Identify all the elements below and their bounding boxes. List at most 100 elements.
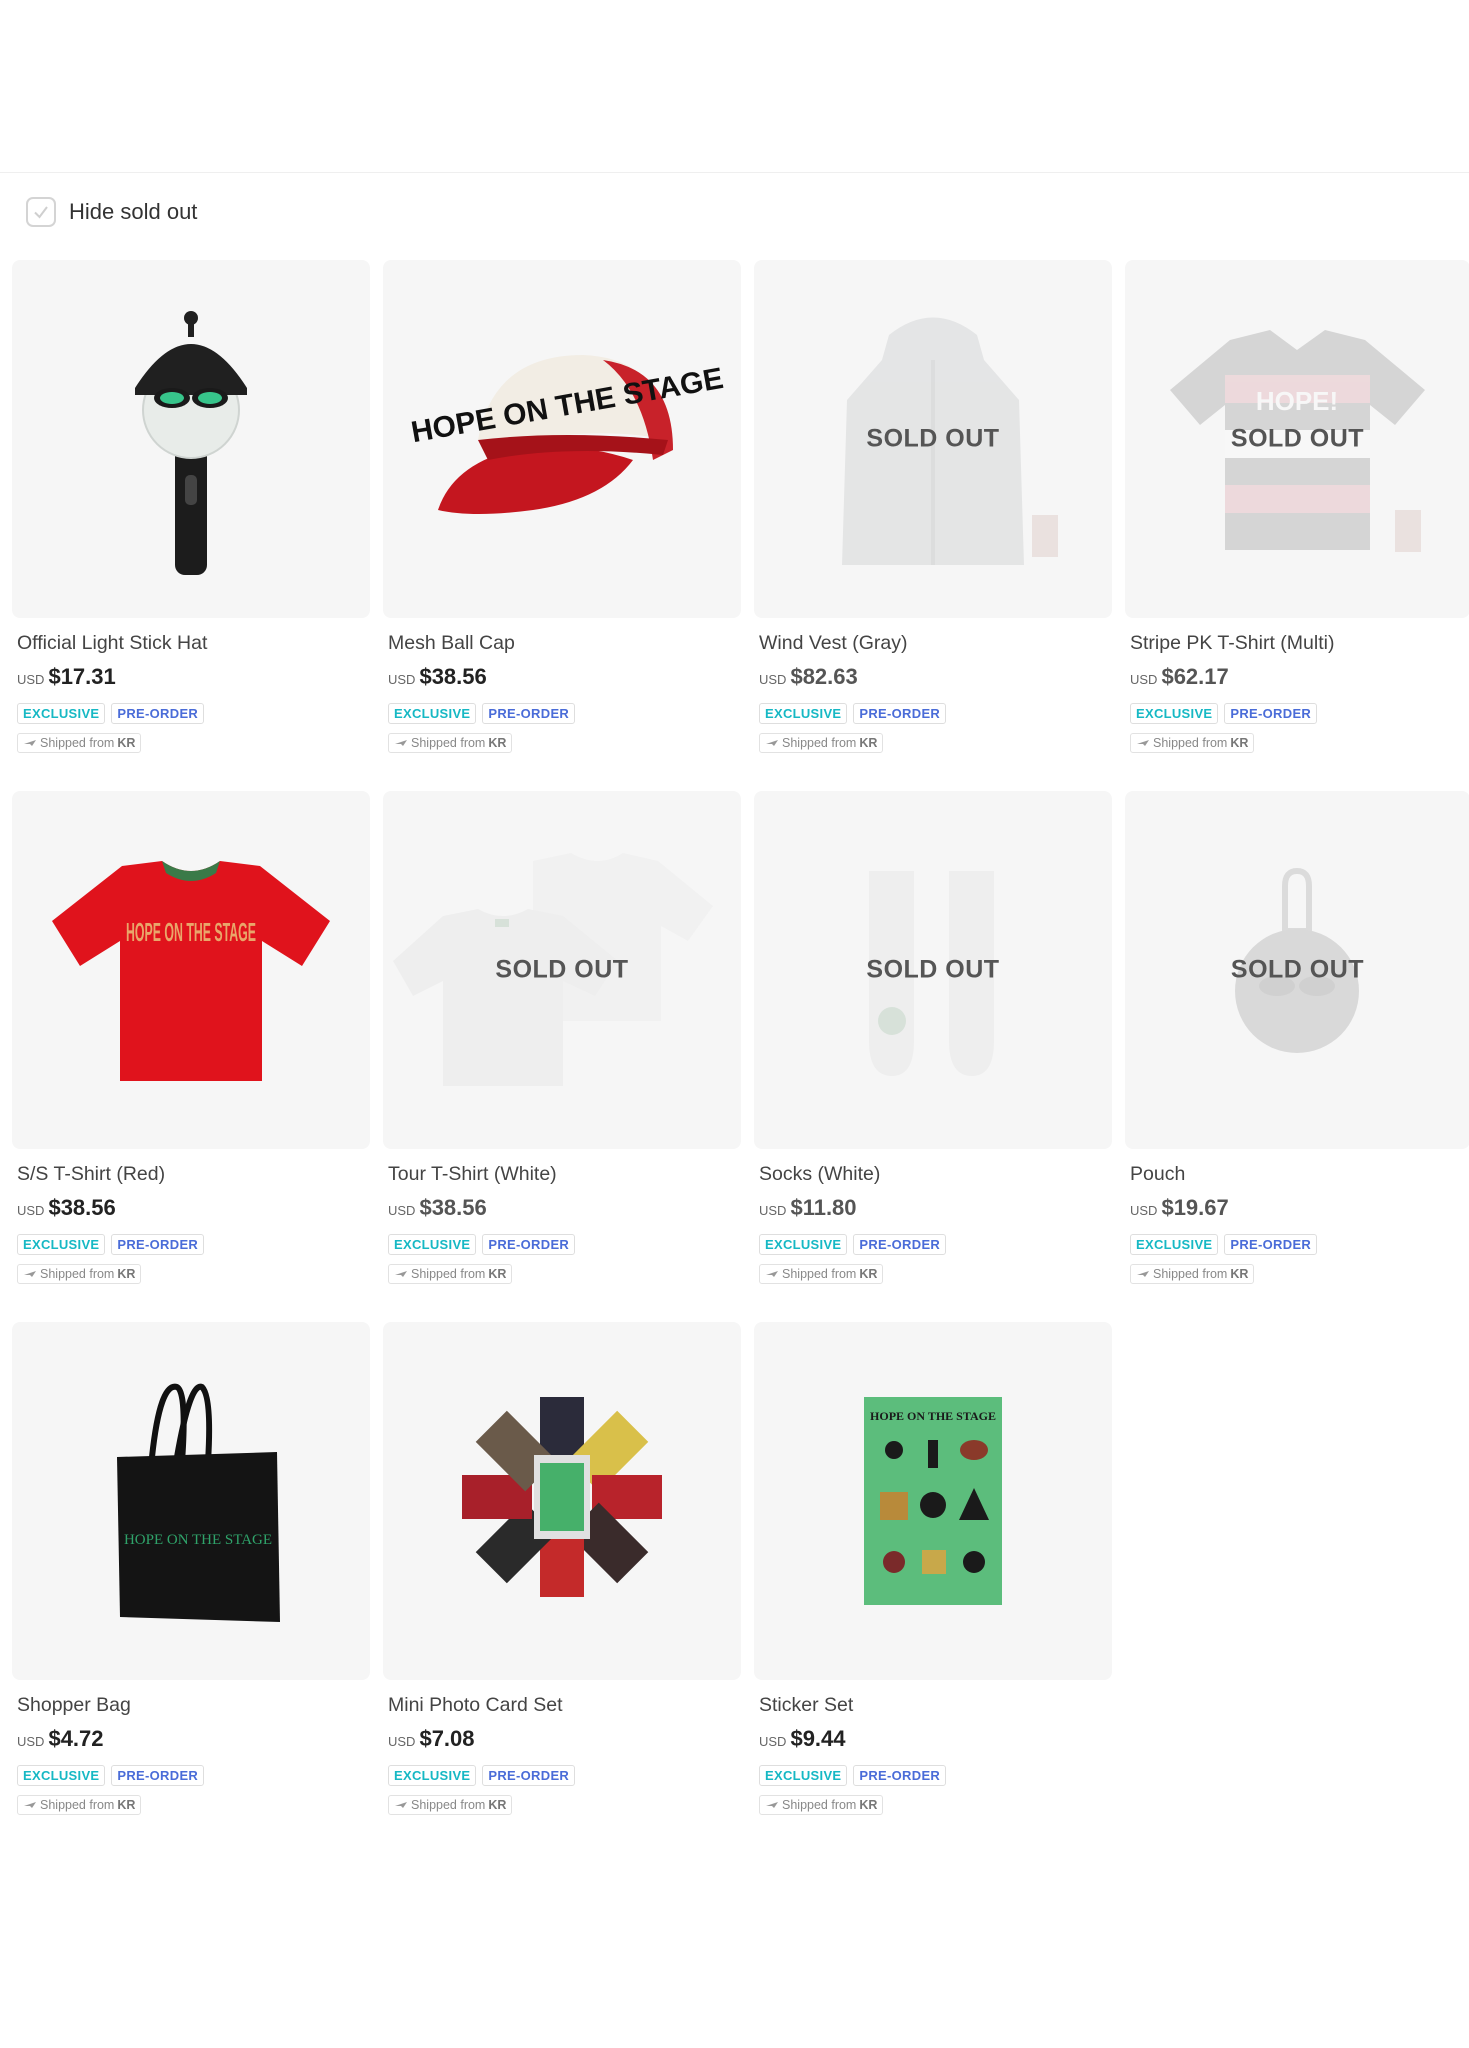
product-name[interactable]: Wind Vest (Gray)	[759, 632, 1112, 655]
exclusive-badge: EXCLUSIVE	[1130, 1234, 1219, 1255]
product-image[interactable]	[383, 1322, 741, 1680]
product-tags: EXCLUSIVE PRE-ORDER	[759, 703, 1112, 724]
product-price: $62.17	[1161, 664, 1229, 689]
price-row: USD $38.56	[388, 664, 741, 690]
currency-label: USD	[1130, 672, 1158, 687]
product-price: $38.56	[48, 1195, 116, 1220]
price-row: USD $38.56	[388, 1195, 741, 1221]
exclusive-badge: EXCLUSIVE	[17, 703, 106, 724]
exclusive-badge: EXCLUSIVE	[759, 1234, 848, 1255]
product-price: $9.44	[790, 1726, 846, 1751]
price-row: USD $62.17	[1130, 664, 1469, 690]
product-card[interactable]: SOLD OUT Pouch USD $19.67 EXCLUSIVE PRE-…	[1125, 791, 1469, 1284]
currency-label: USD	[1130, 1203, 1158, 1218]
hide-sold-out-checkbox[interactable]	[26, 197, 56, 227]
exclusive-badge: EXCLUSIVE	[759, 703, 848, 724]
product-image[interactable]: SOLD OUT	[383, 791, 741, 1149]
product-price: $17.31	[48, 664, 116, 689]
product-card[interactable]: HOPE! SOLD OUT Stripe PK T-Shirt (Multi)…	[1125, 260, 1469, 753]
hide-sold-out-label: Hide sold out	[69, 199, 198, 224]
polo-print-text: HOPE!	[1256, 386, 1338, 416]
product-image[interactable]: HOPE ON THE STAGE	[754, 1322, 1112, 1680]
price-row: USD $82.63	[759, 664, 1112, 690]
product-image[interactable]: HOPE ON THE STAGE	[383, 260, 741, 618]
product-tags: EXCLUSIVE PRE-ORDER	[759, 1765, 1112, 1786]
product-image[interactable]: HOPE! SOLD OUT	[1125, 260, 1469, 618]
shipping-text: Shipped from	[782, 736, 857, 750]
product-name[interactable]: Official Light Stick Hat	[17, 632, 370, 655]
shipping-badge: Shipped from KR	[388, 1264, 513, 1284]
airplane-icon	[24, 1271, 36, 1277]
shipping-origin: KR	[488, 1798, 507, 1812]
currency-label: USD	[17, 672, 45, 687]
product-card[interactable]: SOLD OUT Wind Vest (Gray) USD $82.63 EXC…	[754, 260, 1112, 753]
product-grid: Official Light Stick Hat USD $17.31 EXCL…	[12, 260, 1469, 1815]
price-row: USD $11.80	[759, 1195, 1112, 1221]
product-card[interactable]: SOLD OUT Socks (White) USD $11.80 EXCLUS…	[754, 791, 1112, 1284]
bag-print-text: HOPE ON THE STAGE	[124, 1532, 272, 1548]
airplane-icon	[766, 1271, 778, 1277]
shipping-origin: KR	[1230, 1267, 1249, 1281]
product-tags: EXCLUSIVE PRE-ORDER	[17, 1234, 370, 1255]
product-tags: EXCLUSIVE PRE-ORDER	[1130, 703, 1469, 724]
shipping-text: Shipped from	[1153, 1267, 1228, 1281]
photo-card-set-image	[462, 1397, 662, 1597]
product-name[interactable]: Tour T-Shirt (White)	[388, 1163, 741, 1186]
shipping-origin: KR	[117, 736, 136, 750]
pre-order-badge: PRE-ORDER	[111, 1765, 205, 1786]
exclusive-badge: EXCLUSIVE	[388, 1765, 477, 1786]
shipping-text: Shipped from	[1153, 736, 1228, 750]
airplane-icon	[24, 1802, 36, 1808]
product-name[interactable]: Socks (White)	[759, 1163, 1112, 1186]
product-name[interactable]: Mini Photo Card Set	[388, 1694, 741, 1717]
product-image[interactable]: SOLD OUT	[754, 791, 1112, 1149]
product-name[interactable]: Stripe PK T-Shirt (Multi)	[1130, 632, 1469, 655]
hide-sold-out-filter[interactable]: Hide sold out	[26, 197, 197, 227]
pre-order-badge: PRE-ORDER	[111, 1234, 205, 1255]
shipping-badge: Shipped from KR	[1130, 1264, 1255, 1284]
shipping-badge: Shipped from KR	[388, 1795, 513, 1815]
pre-order-badge: PRE-ORDER	[111, 703, 205, 724]
tshirt-print-text: HOPE ON THE STAGE	[126, 917, 256, 947]
product-card[interactable]: HOPE ON THE STAGE Shopper Bag USD $4.72 …	[12, 1322, 370, 1815]
product-image[interactable]: HOPE ON THE STAGE	[12, 791, 370, 1149]
product-name[interactable]: Mesh Ball Cap	[388, 632, 741, 655]
shipping-badge: Shipped from KR	[17, 733, 142, 753]
product-card[interactable]: Mini Photo Card Set USD $7.08 EXCLUSIVE …	[383, 1322, 741, 1815]
sold-out-label: SOLD OUT	[1230, 955, 1365, 984]
product-image[interactable]: SOLD OUT	[754, 260, 1112, 618]
shopper-bag-image: HOPE ON THE STAGE	[117, 1383, 280, 1622]
product-card[interactable]: HOPE ON THE STAGE Mesh Ball Cap USD $38.…	[383, 260, 741, 753]
sold-out-label: SOLD OUT	[866, 424, 1000, 453]
product-card[interactable]: HOPE ON THE STAGE Sticker Set USD $9.44 …	[754, 1322, 1112, 1815]
price-row: USD $7.08	[388, 1726, 741, 1752]
currency-label: USD	[388, 1734, 416, 1749]
shipping-origin: KR	[859, 736, 878, 750]
product-card[interactable]: Official Light Stick Hat USD $17.31 EXCL…	[12, 260, 370, 753]
sold-out-label: SOLD OUT	[495, 955, 629, 984]
product-card[interactable]: SOLD OUT Tour T-Shirt (White) USD $38.56…	[383, 791, 741, 1284]
airplane-icon	[395, 1802, 407, 1808]
price-row: USD $4.72	[17, 1726, 370, 1752]
product-name[interactable]: Shopper Bag	[17, 1694, 370, 1717]
product-price: $11.80	[790, 1195, 857, 1220]
airplane-icon	[395, 1271, 407, 1277]
pre-order-badge: PRE-ORDER	[482, 1765, 576, 1786]
product-price: $19.67	[1161, 1195, 1229, 1220]
product-image[interactable]: HOPE ON THE STAGE	[12, 1322, 370, 1680]
pre-order-badge: PRE-ORDER	[482, 1234, 576, 1255]
product-name[interactable]: S/S T-Shirt (Red)	[17, 1163, 370, 1186]
exclusive-badge: EXCLUSIVE	[388, 1234, 477, 1255]
exclusive-badge: EXCLUSIVE	[17, 1765, 106, 1786]
pre-order-badge: PRE-ORDER	[1224, 1234, 1318, 1255]
product-image[interactable]	[12, 260, 370, 618]
product-image[interactable]: SOLD OUT	[1125, 791, 1469, 1149]
product-name[interactable]: Sticker Set	[759, 1694, 1112, 1717]
currency-label: USD	[388, 672, 416, 687]
product-card[interactable]: HOPE ON THE STAGE S/S T-Shirt (Red) USD …	[12, 791, 370, 1284]
product-name[interactable]: Pouch	[1130, 1163, 1469, 1186]
price-row: USD $17.31	[17, 664, 370, 690]
shipping-badge: Shipped from KR	[388, 733, 513, 753]
price-row: USD $19.67	[1130, 1195, 1469, 1221]
shipping-text: Shipped from	[411, 1798, 486, 1812]
